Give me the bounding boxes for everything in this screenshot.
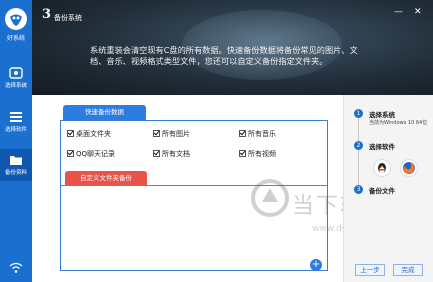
- step-subtitle: 当前为Windows 10 64位: [369, 120, 428, 126]
- system-select-icon: [9, 67, 23, 79]
- header-banner: 3 备份系统 — ✕ 系统重装会清空现有C盘的所有数据。快速备份数据将备份常见的…: [32, 0, 433, 95]
- step-number: 1: [354, 109, 363, 118]
- checkbox-label: QQ聊天记录: [76, 150, 116, 158]
- checkbox-label: 所有文档: [162, 150, 190, 158]
- step-number: 3: [354, 185, 363, 194]
- app-logo-icon: [5, 8, 27, 30]
- checkbox-box[interactable]: [67, 130, 74, 137]
- previous-step-button[interactable]: 上一步: [355, 264, 385, 276]
- checkbox-box[interactable]: [239, 150, 246, 157]
- checkbox-qq-chat[interactable]: QQ聊天记录: [67, 149, 115, 159]
- page-title: 备份系统: [54, 14, 82, 22]
- checkbox-label: 所有视频: [248, 150, 276, 158]
- sidebar-item-label: 选择系统: [4, 83, 27, 89]
- checkbox-desktop-folder[interactable]: 桌面文件夹: [67, 129, 111, 139]
- banner-description: 系统重装会清空现有C盘的所有数据。快速备份数据将备份常见的图片、文档、音乐、视频…: [90, 45, 358, 66]
- sidebar-item-label: 备份资料: [4, 170, 27, 176]
- app-logo-label: 好系统: [6, 35, 25, 42]
- checkbox-box[interactable]: [153, 150, 160, 157]
- checkbox-box[interactable]: [67, 150, 74, 157]
- checkbox-all-music[interactable]: 所有音乐: [239, 129, 276, 139]
- tab-quick-backup[interactable]: 快速备份数据: [63, 105, 146, 120]
- tab-custom-folder-backup[interactable]: 自定义文件夹备份: [65, 171, 147, 185]
- sidebar-item-select-software[interactable]: 选择软件: [0, 106, 32, 138]
- step-title: 选择软件: [369, 143, 395, 151]
- steps-panel: 1 选择系统 当前为Windows 10 64位 2 选择软件 3 备份文件: [343, 95, 433, 282]
- step-title: 选择系统: [369, 111, 395, 119]
- finish-button[interactable]: 完成: [393, 264, 423, 276]
- folder-icon: [10, 156, 22, 165]
- watermark-logo-icon: [251, 179, 289, 217]
- checkbox-label: 桌面文件夹: [76, 130, 111, 138]
- checkbox-all-videos[interactable]: 所有视频: [239, 149, 276, 159]
- checkbox-label: 所有图片: [162, 130, 190, 138]
- checkbox-all-documents[interactable]: 所有文档: [153, 149, 190, 159]
- minimize-button[interactable]: —: [394, 7, 403, 17]
- checkbox-box[interactable]: [153, 130, 160, 137]
- checkbox-label: 所有音乐: [248, 130, 276, 138]
- wifi-icon[interactable]: [9, 262, 23, 274]
- menu-list-icon: [10, 112, 22, 122]
- sidebar-item-label: 选择软件: [4, 127, 27, 133]
- sidebar-item-select-system[interactable]: 选择系统: [0, 62, 32, 94]
- checkbox-all-images[interactable]: 所有图片: [153, 129, 190, 139]
- sidebar: 好系统 选择系统 选择软件 备份资料: [0, 0, 32, 282]
- step-number-title: 3: [42, 7, 52, 22]
- qq-penguin-icon: [373, 159, 391, 177]
- step-title: 备份文件: [369, 187, 395, 195]
- firefox-icon: [400, 159, 418, 177]
- sidebar-item-backup-data[interactable]: 备份资料: [0, 149, 32, 181]
- step-number: 2: [354, 141, 363, 150]
- checkbox-box[interactable]: [239, 130, 246, 137]
- close-button[interactable]: ✕: [414, 7, 422, 17]
